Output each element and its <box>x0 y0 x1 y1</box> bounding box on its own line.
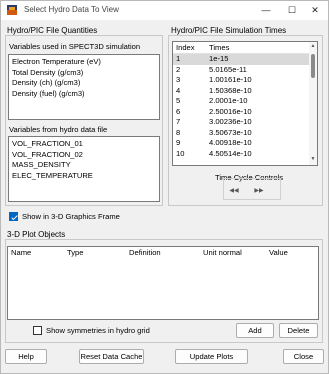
row-time: 4.50514e-10 <box>209 148 252 158</box>
table-row[interactable]: 4 1.50368e-10 <box>173 86 317 97</box>
row-index: 5 <box>176 96 181 105</box>
column-header-times[interactable]: Times <box>206 42 306 53</box>
app-icon <box>7 5 17 15</box>
add-button[interactable]: Add <box>236 323 274 338</box>
dialog-window: Select Hydro Data To View — ☐ ✕ Hydro/PI… <box>0 0 329 374</box>
column-header-value[interactable]: Value <box>266 247 316 259</box>
hydro-vars-list[interactable]: VOL_FRACTION_01 VOL_FRACTION_02 MASS_DEN… <box>8 136 160 202</box>
row-time: 2.0001e-10 <box>209 96 248 105</box>
plot-objects-title: 3-D Plot Objects <box>7 230 66 239</box>
list-item[interactable]: Total Density (g/cm3) <box>9 68 159 79</box>
list-item[interactable]: Electron Temperature (eV) <box>9 57 159 68</box>
column-header-index[interactable]: Index <box>173 42 206 53</box>
spect3d-vars-list[interactable]: Electron Temperature (eV) Total Density … <box>8 54 160 120</box>
scroll-down-icon[interactable]: ▼ <box>309 156 317 164</box>
row-index: 2 <box>176 64 181 74</box>
row-index: 3 <box>176 75 181 84</box>
table-row[interactable]: 5 2.0001e-10 <box>173 96 317 107</box>
scrollbar-thumb[interactable] <box>311 54 315 78</box>
column-header-unit-normal[interactable]: Unit normal <box>200 247 266 259</box>
rewind-icon[interactable]: ◀◀ <box>227 185 241 197</box>
table-row[interactable]: 8 3.50673e-10 <box>173 128 317 139</box>
show-3d-label: Show in 3-D Graphics Frame <box>22 212 120 221</box>
column-header-definition[interactable]: Definition <box>126 247 200 259</box>
row-index: 4 <box>176 85 181 95</box>
table-row[interactable]: 3 1.00161e-10 <box>173 75 317 86</box>
times-scrollbar[interactable]: ▲ ▼ <box>309 42 317 165</box>
row-time: 4.00918e-10 <box>209 138 252 147</box>
list-item[interactable]: Density (ch) (g/cm3) <box>9 78 159 89</box>
list-item[interactable]: MASS_DENSITY <box>9 160 159 171</box>
table-row[interactable]: 6 2.50016e-10 <box>173 107 317 118</box>
hydro-vars-label: Variables from hydro data file <box>9 125 108 134</box>
table-header: Index Times <box>173 42 317 54</box>
row-index: 10 <box>176 148 185 158</box>
sim-times-table[interactable]: Index Times 1 1e-15 2 5.0165e-11 3 1.00161e… <box>172 41 318 166</box>
minimize-icon[interactable]: — <box>253 2 279 18</box>
table-row[interactable]: 2 5.0165e-11 <box>173 65 317 76</box>
show-symmetries-checkbox[interactable] <box>33 326 42 335</box>
table-row[interactable]: 1 1e-15 <box>173 54 317 65</box>
title-bar[interactable]: Select Hydro Data To View — ☐ ✕ <box>1 1 328 20</box>
row-time: 1.50368e-10 <box>209 85 252 95</box>
list-item[interactable]: Density (fuel) (g/cm3) <box>9 89 159 100</box>
list-item[interactable]: ELEC_TEMPERATURE <box>9 171 159 182</box>
column-header-type[interactable]: Type <box>64 247 126 259</box>
table-row[interactable]: 9 4.00918e-10 <box>173 138 317 149</box>
row-time: 1e-15 <box>209 54 229 63</box>
update-plots-button[interactable]: Update Plots <box>175 349 248 364</box>
table-header: Name Type Definition Unit normal Value <box>8 247 318 259</box>
close-icon[interactable]: ✕ <box>302 2 328 18</box>
reset-data-cache-button[interactable]: Reset Data Cache <box>79 349 144 364</box>
row-index: 1 <box>176 54 181 63</box>
column-header-name[interactable]: Name <box>8 247 64 259</box>
row-index: 7 <box>176 117 181 126</box>
row-time: 5.0165e-11 <box>209 64 247 74</box>
fast-forward-icon[interactable]: ▶▶ <box>252 185 266 197</box>
list-item[interactable]: VOL_FRACTION_02 <box>9 150 159 161</box>
sim-times-title: Hydro/PIC File Simulation Times <box>171 26 287 35</box>
plot-objects-table[interactable]: Name Type Definition Unit normal Value <box>7 246 319 320</box>
row-index: 8 <box>176 127 181 137</box>
list-item[interactable]: VOL_FRACTION_01 <box>9 139 159 150</box>
row-time: 3.00236e-10 <box>209 117 252 126</box>
delete-button[interactable]: Delete <box>279 323 318 338</box>
close-button[interactable]: Close <box>283 349 324 364</box>
scroll-up-icon[interactable]: ▲ <box>309 43 317 51</box>
table-row[interactable]: 7 3.00236e-10 <box>173 117 317 128</box>
row-time: 3.50673e-10 <box>209 127 252 137</box>
spect3d-vars-label: Variables used in SPECT3D simulation <box>9 42 141 51</box>
row-time: 2.50016e-10 <box>209 106 252 116</box>
hydro-quantities-title: Hydro/PIC File Quantities <box>7 26 98 35</box>
table-row[interactable]: 10 4.50514e-10 <box>173 149 317 160</box>
help-button[interactable]: Help <box>5 349 47 364</box>
show-3d-checkbox[interactable] <box>9 212 18 221</box>
show-symmetries-label: Show symmetries in hydro grid <box>46 326 150 335</box>
window-title: Select Hydro Data To View <box>24 5 119 14</box>
row-index: 6 <box>176 106 181 116</box>
row-index: 9 <box>176 138 181 147</box>
row-time: 1.00161e-10 <box>209 75 252 84</box>
